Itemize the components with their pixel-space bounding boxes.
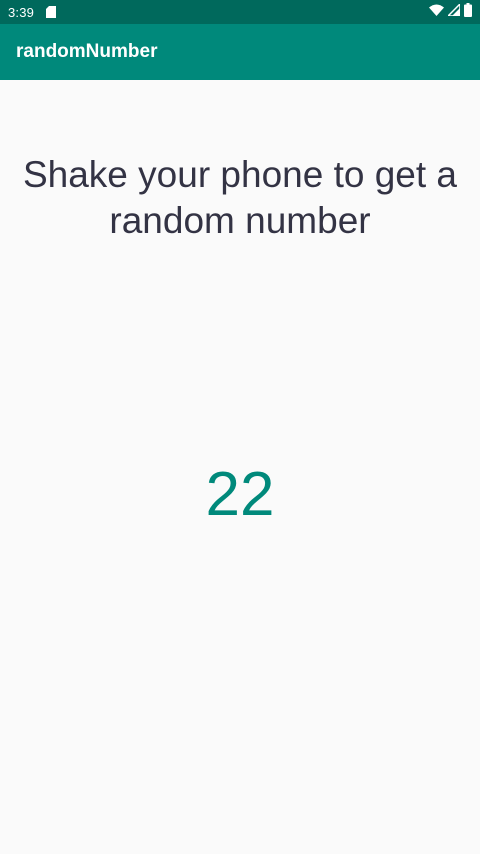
instruction-text: Shake your phone to get a random number	[22, 154, 458, 241]
cell-signal-icon	[446, 2, 461, 21]
random-number-display: 22	[205, 460, 275, 529]
status-time: 3:39	[8, 4, 35, 20]
wifi-icon	[429, 3, 444, 21]
app-bar: randomNumber	[0, 24, 480, 80]
sd-card-icon	[46, 6, 57, 18]
app-title: randomNumber	[16, 41, 158, 62]
main-content: Shake your phone to get a random number …	[0, 80, 480, 854]
status-bar: 3:39	[0, 0, 480, 24]
battery-icon	[464, 2, 472, 22]
status-icons	[429, 2, 472, 22]
